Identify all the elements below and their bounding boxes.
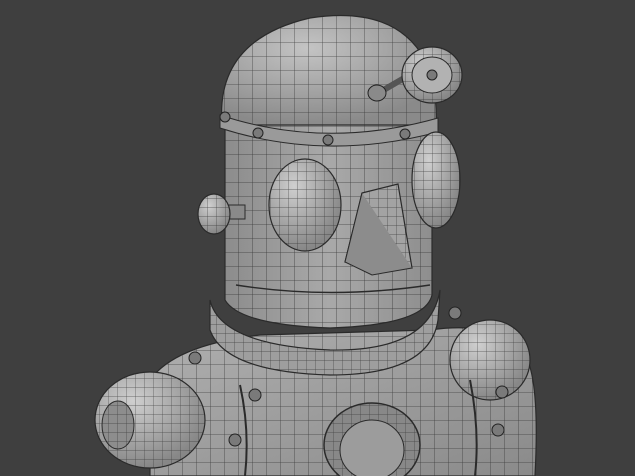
3d-viewport[interactable] — [0, 0, 635, 476]
robot-torso — [94, 306, 537, 476]
robot-model-render — [94, 14, 537, 476]
